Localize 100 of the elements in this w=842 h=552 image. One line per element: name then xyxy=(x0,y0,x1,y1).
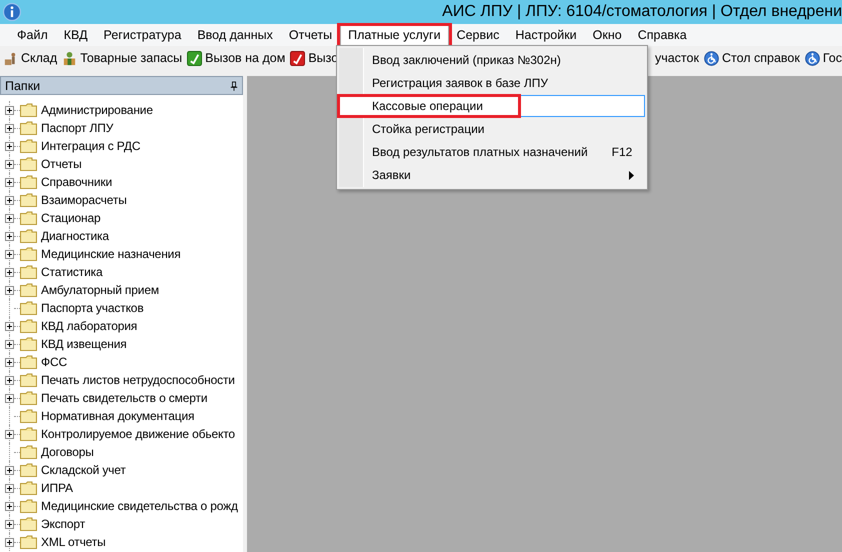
tree-item[interactable]: ИПРА xyxy=(41,481,73,495)
tree-item[interactable]: Медицинские свидетельства о рожд xyxy=(41,499,238,513)
folder-icon xyxy=(20,103,37,117)
expand-icon[interactable] xyxy=(5,466,14,474)
menu-entry[interactable]: Ввод результатов платных назначений F12 xyxy=(339,141,645,163)
expand-icon[interactable] xyxy=(5,502,14,510)
folder-icon xyxy=(20,427,37,441)
expand-icon[interactable] xyxy=(5,268,14,276)
folder-icon xyxy=(20,499,37,513)
expand-icon[interactable] xyxy=(5,430,14,438)
toolbar-button-label[interactable]: Стол справок xyxy=(722,51,800,65)
folder-icon xyxy=(20,247,37,261)
folder-icon xyxy=(20,121,37,135)
tree-item[interactable]: Нормативная документация xyxy=(41,409,194,423)
folder-icon xyxy=(20,211,37,225)
expand-icon[interactable] xyxy=(5,178,14,186)
menu-item[interactable]: Регистратура xyxy=(96,25,190,45)
toolbar-button-label[interactable]: Склад xyxy=(21,51,58,65)
tree-item[interactable]: Контролируемое движение обьекто xyxy=(41,427,235,441)
folder-icon xyxy=(20,409,37,423)
wheelchair-icon[interactable] xyxy=(704,50,719,66)
folder-icon xyxy=(20,265,37,279)
tree-item[interactable]: Взаиморасчеты xyxy=(41,193,127,207)
expand-icon[interactable] xyxy=(5,538,14,546)
menu-item[interactable]: Отчеты xyxy=(280,25,340,45)
tree-item[interactable]: Паспорт ЛПУ xyxy=(41,121,114,135)
folder-icon xyxy=(20,337,37,351)
tree-item[interactable]: XML отчеты xyxy=(41,535,106,549)
menu-entry[interactable]: Заявки xyxy=(339,164,645,186)
folder-icon xyxy=(20,355,37,369)
expand-icon[interactable] xyxy=(5,394,14,402)
folder-icon xyxy=(20,391,37,405)
folder-icon xyxy=(20,193,37,207)
folder-icon xyxy=(20,445,37,459)
expand-icon[interactable] xyxy=(5,232,14,240)
expand-icon[interactable] xyxy=(5,520,14,528)
boxes-icon[interactable] xyxy=(62,50,78,66)
tree-item[interactable]: Печать свидетельств о смерти xyxy=(41,391,208,405)
expand-icon[interactable] xyxy=(5,484,14,492)
toolbar-button-label[interactable]: участок xyxy=(654,51,699,65)
expand-icon[interactable] xyxy=(5,214,14,222)
toolbar-button-label[interactable]: Вызов на дом xyxy=(205,51,286,65)
window-title: АИС ЛПУ | ЛПУ: 6104/стоматология | Отдел внедрени xyxy=(442,3,842,21)
expand-icon[interactable] xyxy=(5,124,14,132)
menu-entry[interactable]: Ввод заключений (приказ №302н) xyxy=(339,49,645,71)
expand-icon[interactable] xyxy=(5,250,14,258)
expand-icon[interactable] xyxy=(5,160,14,168)
tree-item[interactable]: Отчеты xyxy=(41,157,82,171)
folder-icon xyxy=(20,139,37,153)
folder-icon xyxy=(20,535,37,549)
folder-icon xyxy=(20,157,37,171)
wheelchair-icon[interactable] xyxy=(804,50,820,66)
menu-item[interactable]: Сервис xyxy=(448,25,508,45)
menu-item[interactable]: Настройки xyxy=(507,25,585,45)
menu-item[interactable]: Платные услуги xyxy=(340,24,449,46)
tree-item[interactable]: Паспорта участков xyxy=(41,301,144,315)
expand-icon[interactable] xyxy=(5,196,14,204)
expand-icon[interactable] xyxy=(5,358,14,366)
folder-icon xyxy=(20,481,37,495)
tree-item[interactable]: Амбулаторный прием xyxy=(41,283,159,297)
expand-icon[interactable] xyxy=(5,142,14,150)
expand-icon[interactable] xyxy=(5,322,14,330)
folder-icon xyxy=(20,229,37,243)
tree-item[interactable]: Справочники xyxy=(41,175,112,189)
panel-title: Папки xyxy=(5,78,40,92)
menu-item[interactable]: Окно xyxy=(584,25,630,45)
folder-icon xyxy=(20,301,37,315)
worker-icon[interactable] xyxy=(3,50,18,66)
menu-entry[interactable]: Регистрация заявок в базе ЛПУ xyxy=(339,72,645,94)
tree-item[interactable]: Складской учет xyxy=(41,463,126,477)
menu-item[interactable]: Справка xyxy=(630,25,695,45)
menu-item[interactable]: Ввод данных xyxy=(189,25,281,45)
toolbar-button-label[interactable]: Товарные запасы xyxy=(80,51,182,65)
toolbar-button-label[interactable]: Гос xyxy=(822,51,842,65)
menu-entry[interactable]: Стойка регистрации xyxy=(339,118,645,140)
tree-item[interactable]: Интеграция с РДС xyxy=(41,139,140,153)
expand-icon[interactable] xyxy=(5,340,14,348)
expand-icon[interactable] xyxy=(5,376,14,384)
tree-item[interactable]: Договоры xyxy=(41,445,94,459)
folder-icon xyxy=(20,175,37,189)
folder-icon xyxy=(20,373,37,387)
tree-item[interactable]: ФСС xyxy=(41,355,68,369)
menu-item[interactable]: КВД xyxy=(56,25,96,45)
tree-item[interactable]: Медицинские назначения xyxy=(41,247,181,261)
folder-icon xyxy=(20,463,37,477)
tree-item[interactable]: Печать листов нетрудоспособности xyxy=(41,373,235,387)
expand-icon[interactable] xyxy=(5,286,14,294)
tree-item[interactable]: КВД извещения xyxy=(41,337,127,351)
folder-icon xyxy=(20,517,37,531)
pin-icon[interactable] xyxy=(230,80,238,90)
tree-item[interactable]: Диагностика xyxy=(41,229,109,243)
app-icon xyxy=(3,3,21,21)
menu-item[interactable]: Файл xyxy=(9,25,56,45)
tree-item[interactable]: Стационар xyxy=(41,211,101,225)
folder-icon xyxy=(20,283,37,297)
expand-icon[interactable] xyxy=(5,106,14,114)
tree-item[interactable]: Экспорт xyxy=(41,517,86,531)
tree-item[interactable]: Администрирование xyxy=(41,103,153,117)
tree-item[interactable]: Статистика xyxy=(41,265,103,279)
tree-item[interactable]: КВД лаборатория xyxy=(41,319,138,333)
